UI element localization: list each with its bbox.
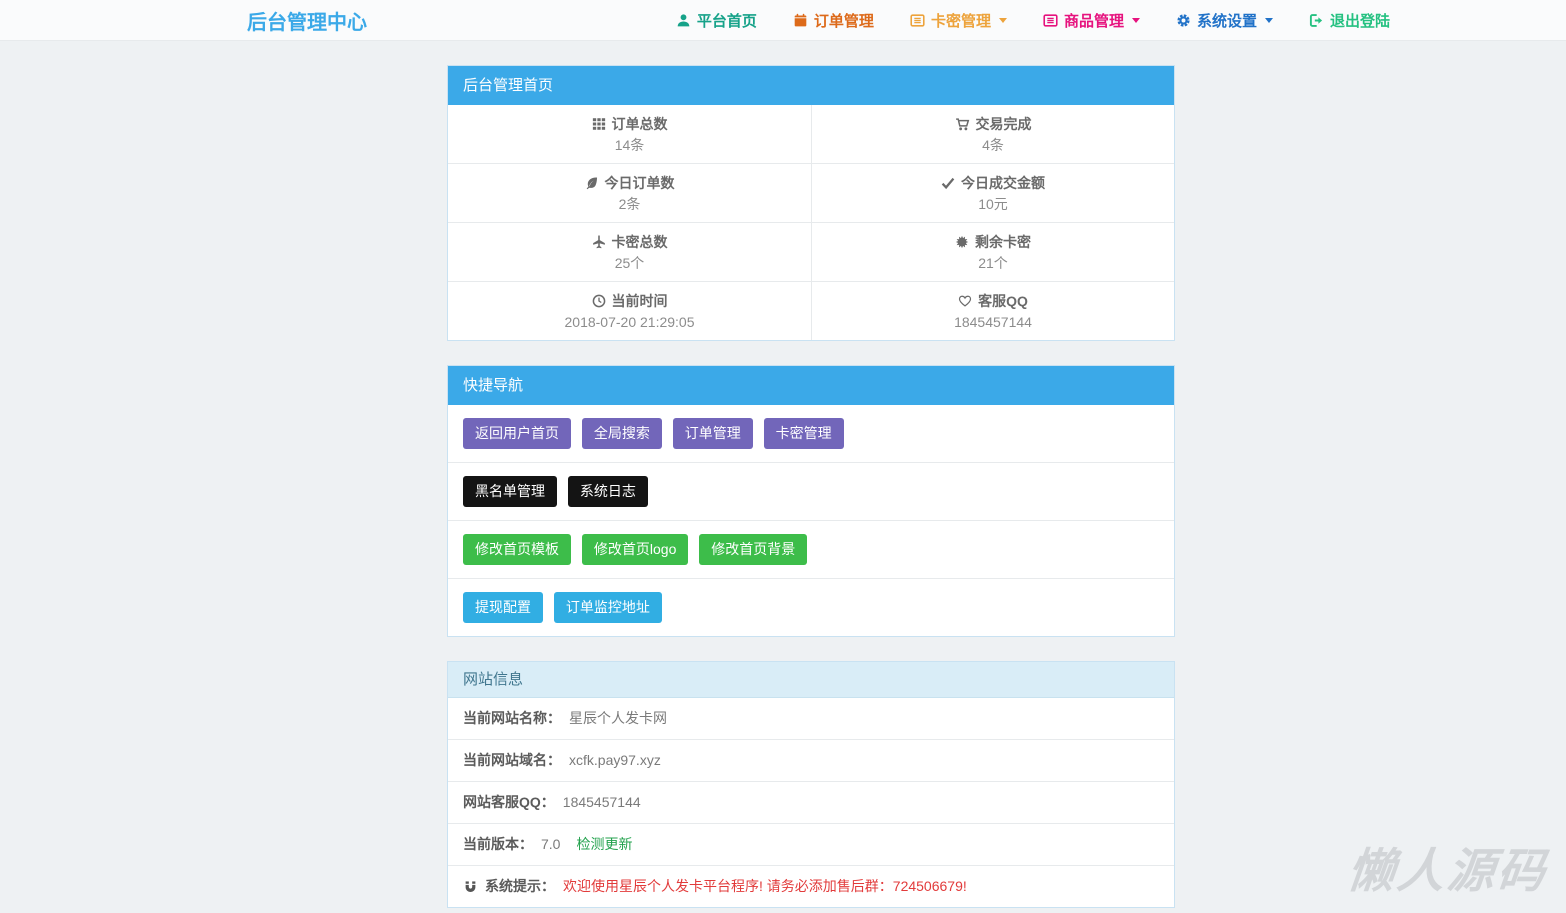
stat-label: 订单总数 bbox=[611, 116, 668, 132]
site-info-panel: 网站信息 当前网站名称： 星辰个人发卡网 当前网站域名： xcfk.pay97.… bbox=[447, 661, 1175, 908]
stat-label: 客服QQ bbox=[978, 293, 1028, 309]
stat-remaining-cards: 剩余卡密 21个 bbox=[811, 222, 1174, 281]
nav-item-label: 系统设置 bbox=[1196, 12, 1257, 30]
site-service-qq-row: 网站客服QQ： 1845457144 bbox=[448, 781, 1174, 823]
edit-home-background-button[interactable]: 修改首页背景 bbox=[699, 534, 808, 565]
stat-value: 14条 bbox=[614, 137, 645, 153]
th-icon bbox=[592, 117, 606, 131]
return-user-home-button[interactable]: 返回用户首页 bbox=[463, 418, 571, 449]
nav-item-system-settings[interactable]: 系统设置 bbox=[1176, 10, 1273, 31]
watermark-text: 懒人源码 bbox=[1344, 844, 1551, 897]
stat-value: 2条 bbox=[618, 196, 641, 212]
system-notice-row: 系统提示： 欢迎使用星辰个人发卡平台程序! 请务必添加售后群：724506679… bbox=[448, 865, 1174, 907]
site-name-value: 星辰个人发卡网 bbox=[569, 710, 667, 726]
stat-label: 交易完成 bbox=[975, 116, 1032, 132]
nav-item-label: 卡密管理 bbox=[930, 12, 991, 30]
quick-nav-row-black: 黑名单管理 系统日志 bbox=[448, 462, 1174, 520]
chevron-down-icon bbox=[1264, 17, 1273, 23]
stat-label: 卡密总数 bbox=[611, 234, 668, 250]
stat-label: 今日订单数 bbox=[604, 175, 675, 191]
nav-item-product-management[interactable]: 商品管理 bbox=[1043, 10, 1140, 31]
plane-icon bbox=[592, 235, 606, 249]
nav-item-platform-home[interactable]: 平台首页 bbox=[676, 10, 757, 31]
stat-value: 10元 bbox=[978, 196, 1008, 212]
stat-today-orders: 今日订单数 2条 bbox=[448, 163, 811, 222]
global-search-button[interactable]: 全局搜索 bbox=[581, 418, 662, 449]
card-management-button[interactable]: 卡密管理 bbox=[763, 418, 844, 449]
stats-grid: 订单总数 14条 交易完成 4条 今日订单数 2条 今日成交金额 10元 卡密总… bbox=[448, 105, 1174, 340]
leaf-icon bbox=[585, 176, 599, 190]
nav-item-label: 商品管理 bbox=[1063, 12, 1124, 30]
dashboard-panel-title: 后台管理首页 bbox=[448, 66, 1174, 105]
nav-item-card-management[interactable]: 卡密管理 bbox=[910, 10, 1007, 31]
edit-home-template-button[interactable]: 修改首页模板 bbox=[463, 534, 571, 565]
system-notice-label: 系统提示： bbox=[485, 878, 555, 894]
order-management-button[interactable]: 订单管理 bbox=[672, 418, 753, 449]
quick-nav-panel: 快捷导航 返回用户首页 全局搜索 订单管理 卡密管理 黑名单管理 系统日志 修改… bbox=[447, 365, 1175, 637]
system-log-button[interactable]: 系统日志 bbox=[567, 476, 648, 507]
calendar-icon bbox=[793, 13, 808, 28]
stat-current-time: 当前时间 2018-07-20 21:29:05 bbox=[448, 281, 811, 340]
cart-icon bbox=[955, 117, 970, 132]
site-domain-value: xcfk.pay97.xyz bbox=[569, 752, 661, 768]
certificate-icon bbox=[955, 235, 969, 249]
stat-today-amount: 今日成交金额 10元 bbox=[811, 163, 1174, 222]
stat-label: 今日成交金额 bbox=[961, 175, 1045, 191]
stat-total-orders: 订单总数 14条 bbox=[448, 105, 811, 163]
site-domain-row: 当前网站域名： xcfk.pay97.xyz bbox=[448, 739, 1174, 781]
blacklist-management-button[interactable]: 黑名单管理 bbox=[463, 476, 557, 507]
stat-service-qq: 客服QQ 1845457144 bbox=[811, 281, 1174, 340]
stat-total-cards: 卡密总数 25个 bbox=[448, 222, 811, 281]
order-monitor-url-button[interactable]: 订单监控地址 bbox=[553, 592, 662, 623]
system-notice-text: 欢迎使用星辰个人发卡平台程序! 请务必添加售后群：724506679! bbox=[563, 878, 967, 894]
nav-item-label: 平台首页 bbox=[696, 12, 757, 30]
check-update-link[interactable]: 检测更新 bbox=[576, 835, 632, 854]
stat-value: 4条 bbox=[982, 137, 1004, 153]
stat-label: 剩余卡密 bbox=[975, 234, 1031, 250]
site-service-qq-label: 网站客服QQ： bbox=[463, 794, 555, 810]
site-info-panel-title: 网站信息 bbox=[448, 662, 1174, 698]
nav-item-label: 订单管理 bbox=[813, 12, 874, 30]
check-icon bbox=[941, 176, 955, 190]
gear-icon bbox=[1176, 13, 1191, 28]
withdraw-config-button[interactable]: 提现配置 bbox=[463, 592, 543, 623]
clock-icon bbox=[592, 294, 606, 308]
list-alt-icon bbox=[910, 13, 925, 28]
nav-item-orders[interactable]: 订单管理 bbox=[793, 10, 874, 31]
nav-menu: 平台首页 订单管理 卡密管理 商品管理 系统设置 退出登陆 bbox=[676, 10, 1390, 31]
quick-nav-row-green: 修改首页模板 修改首页logo 修改首页背景 bbox=[448, 520, 1174, 578]
version-value: 7.0 bbox=[541, 836, 561, 852]
chevron-down-icon bbox=[998, 17, 1007, 23]
main-content: 后台管理首页 订单总数 14条 交易完成 4条 今日订单数 2条 今日成交金额 … bbox=[447, 41, 1175, 908]
site-name-row: 当前网站名称： 星辰个人发卡网 bbox=[448, 698, 1174, 739]
chevron-down-icon bbox=[1131, 17, 1140, 23]
nav-item-label: 退出登陆 bbox=[1329, 12, 1390, 30]
version-row: 当前版本： 7.0 检测更新 bbox=[448, 823, 1174, 865]
edit-home-logo-button[interactable]: 修改首页logo bbox=[581, 534, 689, 565]
heart-icon bbox=[958, 294, 972, 308]
quick-nav-row-purple: 返回用户首页 全局搜索 订单管理 卡密管理 bbox=[448, 405, 1174, 462]
stat-completed-trades: 交易完成 4条 bbox=[811, 105, 1174, 163]
top-navbar: 后台管理中心 平台首页 订单管理 卡密管理 商品管理 系统设置 退出登陆 bbox=[0, 0, 1566, 41]
dashboard-panel: 后台管理首页 订单总数 14条 交易完成 4条 今日订单数 2条 今日成交金额 … bbox=[447, 65, 1175, 341]
list-alt-icon bbox=[1043, 13, 1058, 28]
stat-value: 21个 bbox=[978, 255, 1008, 271]
version-label: 当前版本： bbox=[463, 836, 533, 852]
stat-label: 当前时间 bbox=[611, 293, 668, 309]
magnet-icon bbox=[463, 879, 478, 894]
quick-nav-row-blue: 提现配置 订单监控地址 bbox=[448, 578, 1174, 636]
brand-title: 后台管理中心 bbox=[247, 11, 367, 34]
stat-value: 1845457144 bbox=[954, 314, 1032, 330]
nav-item-logout[interactable]: 退出登陆 bbox=[1309, 10, 1390, 31]
sign-out-icon bbox=[1309, 13, 1324, 28]
site-domain-label: 当前网站域名： bbox=[463, 752, 561, 768]
stat-value: 2018-07-20 21:29:05 bbox=[564, 314, 695, 330]
quick-nav-panel-title: 快捷导航 bbox=[448, 366, 1174, 405]
stat-value: 25个 bbox=[614, 255, 645, 271]
site-service-qq-value: 1845457144 bbox=[562, 794, 641, 810]
site-name-label: 当前网站名称： bbox=[463, 710, 561, 726]
user-icon bbox=[676, 13, 691, 28]
